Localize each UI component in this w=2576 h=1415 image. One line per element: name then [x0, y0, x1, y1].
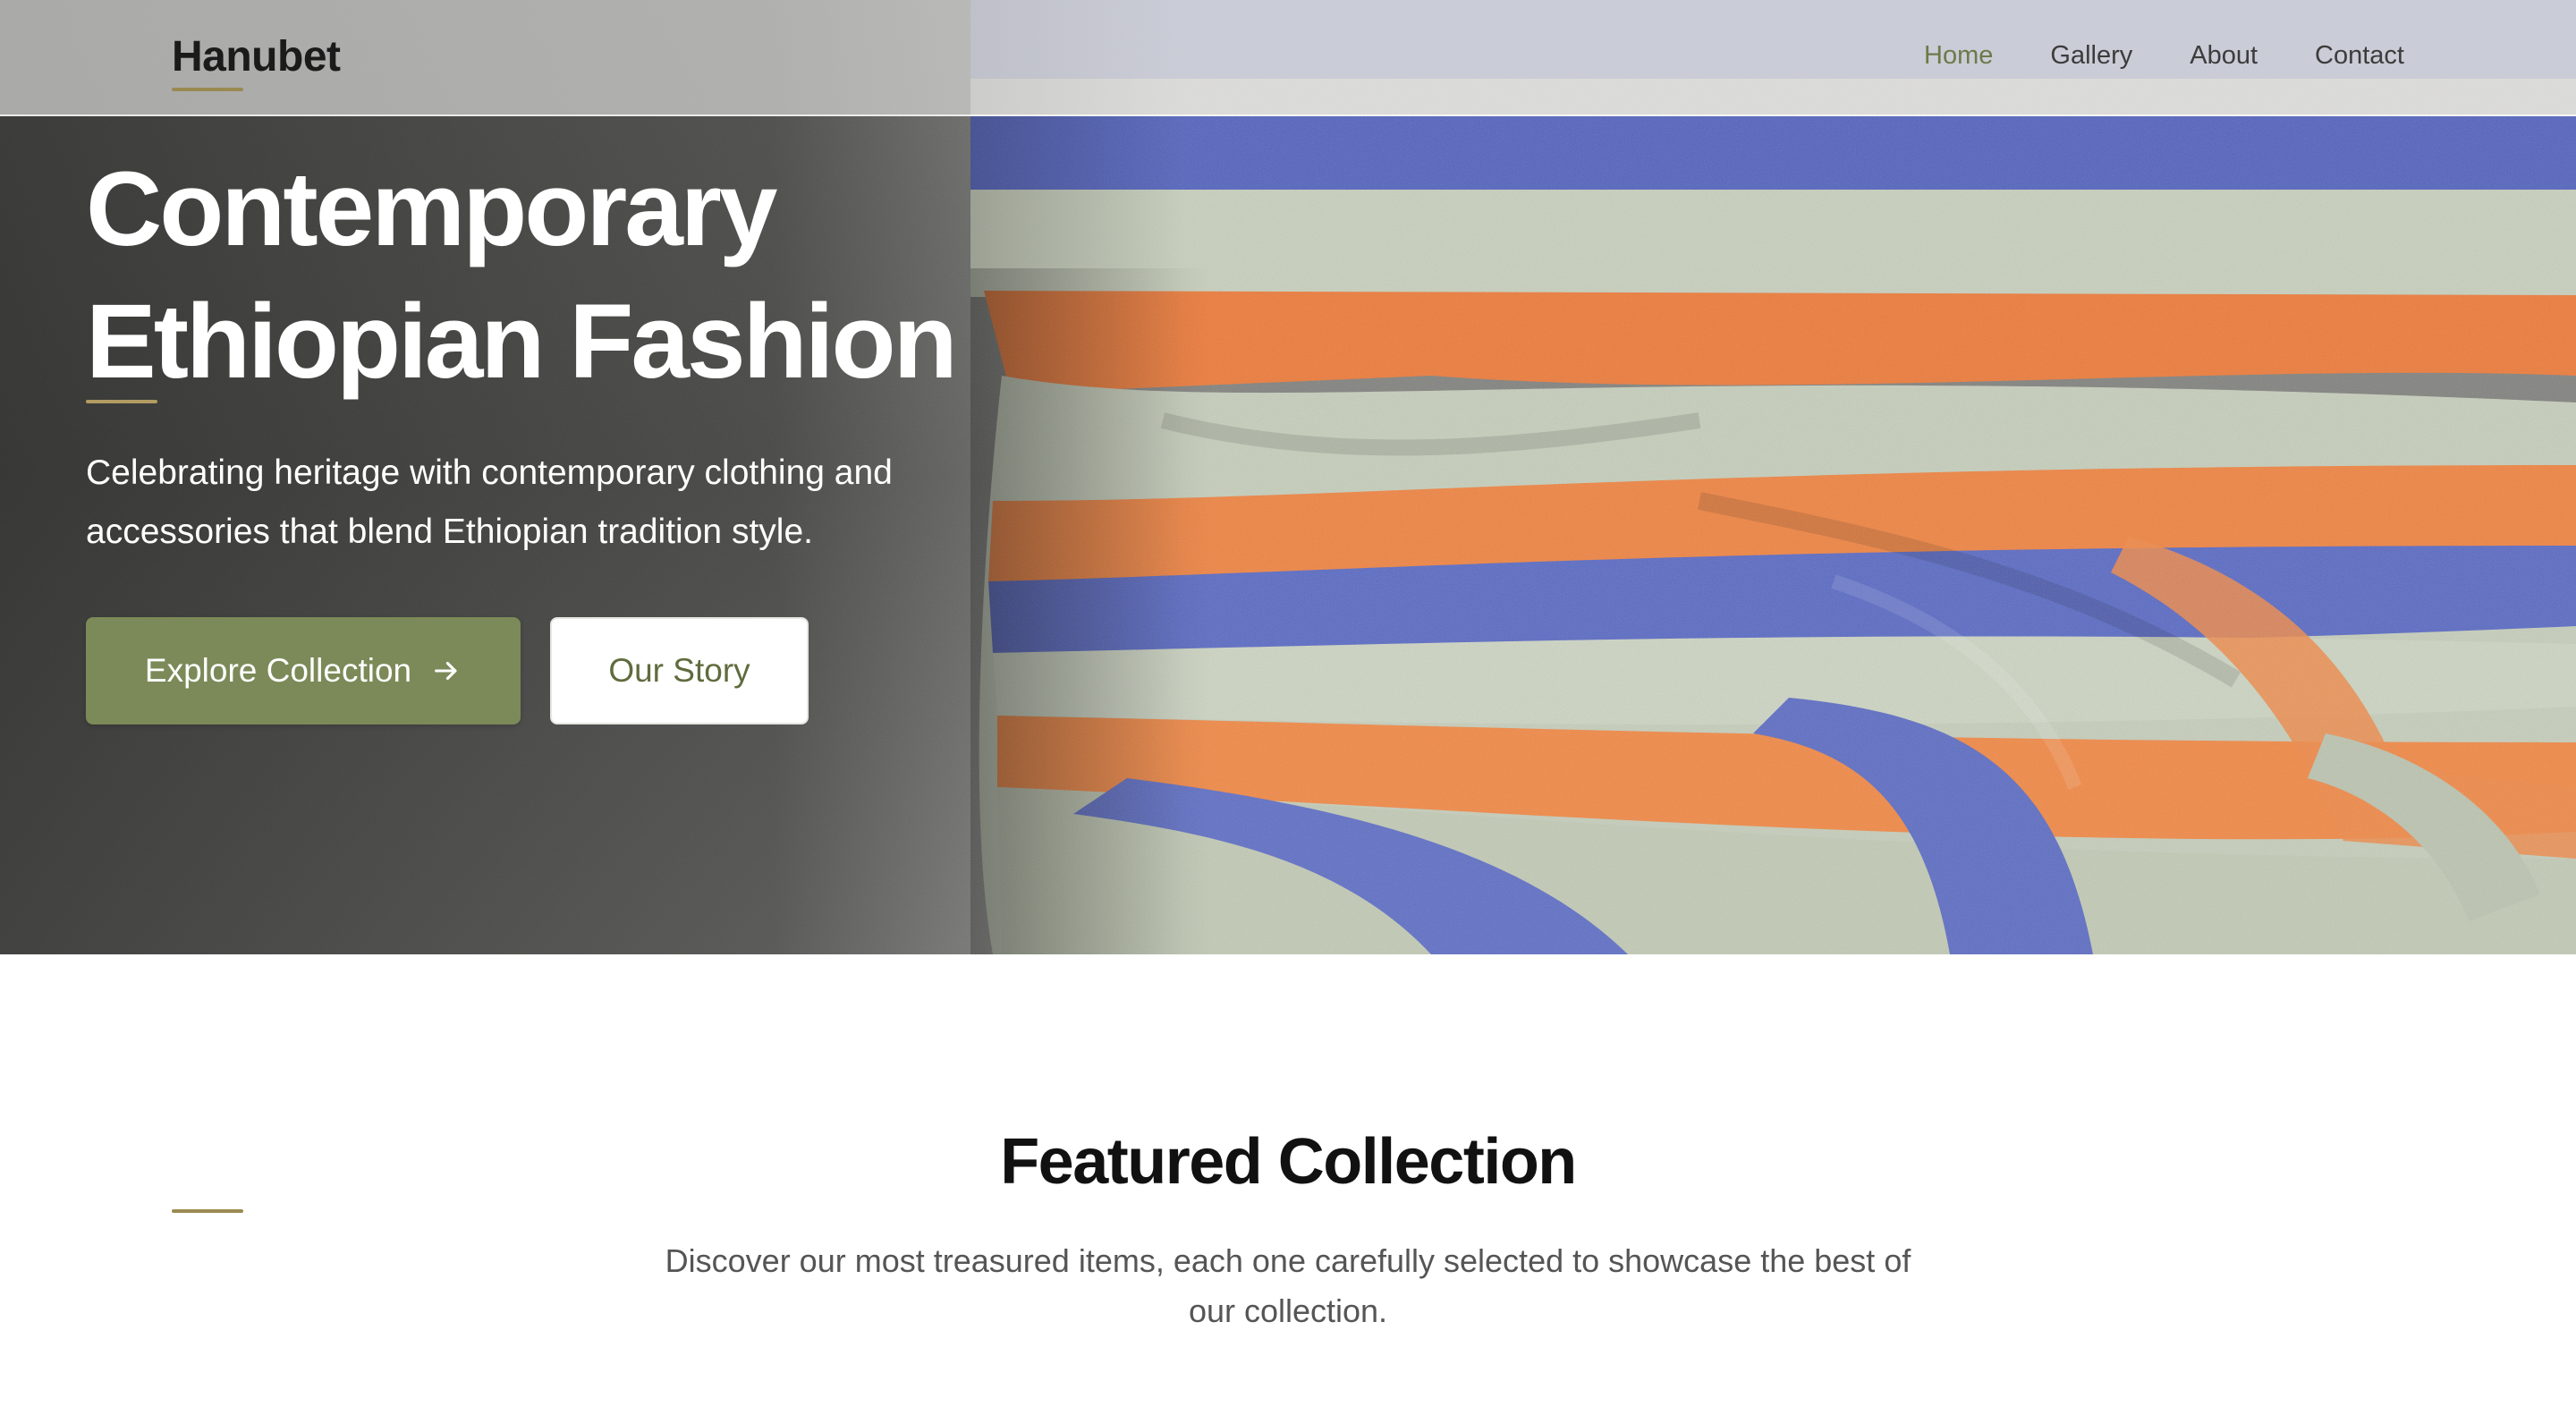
hero-subtitle: Celebrating heritage with contemporary c…: [86, 453, 893, 551]
nav-link-about[interactable]: About: [2190, 41, 2258, 71]
brand-logo[interactable]: Hanubet: [172, 32, 341, 81]
nav-link-gallery[interactable]: Gallery: [2050, 41, 2132, 71]
hero-title-line-1: Contemporary: [86, 150, 777, 268]
hero-section: Contemporary Ethiopian Fashion Celebrati…: [0, 0, 2576, 954]
nav-link-home[interactable]: Home: [1924, 41, 1993, 71]
nav-links: Home Gallery About Contact: [1924, 41, 2404, 71]
featured-description: Discover our most treasured items, each …: [665, 1242, 1911, 1329]
our-story-button[interactable]: Our Story: [550, 617, 809, 724]
our-story-label: Our Story: [608, 652, 750, 689]
arrow-right-icon: [435, 661, 457, 681]
featured-accent-line: [172, 1209, 243, 1213]
hero-title-line-2: Ethiopian Fashion: [86, 283, 958, 401]
featured-title: Featured Collection: [1000, 1126, 1577, 1198]
explore-collection-button[interactable]: Explore Collection: [86, 617, 521, 724]
hero-title: Contemporary Ethiopian Fashion: [86, 143, 1070, 408]
explore-collection-label: Explore Collection: [144, 652, 412, 689]
top-navbar: Hanubet Home Gallery About Contact: [0, 0, 2576, 116]
hero-accent-line: [86, 400, 157, 403]
nav-link-contact[interactable]: Contact: [2315, 41, 2404, 71]
brand-underline: [172, 88, 243, 91]
